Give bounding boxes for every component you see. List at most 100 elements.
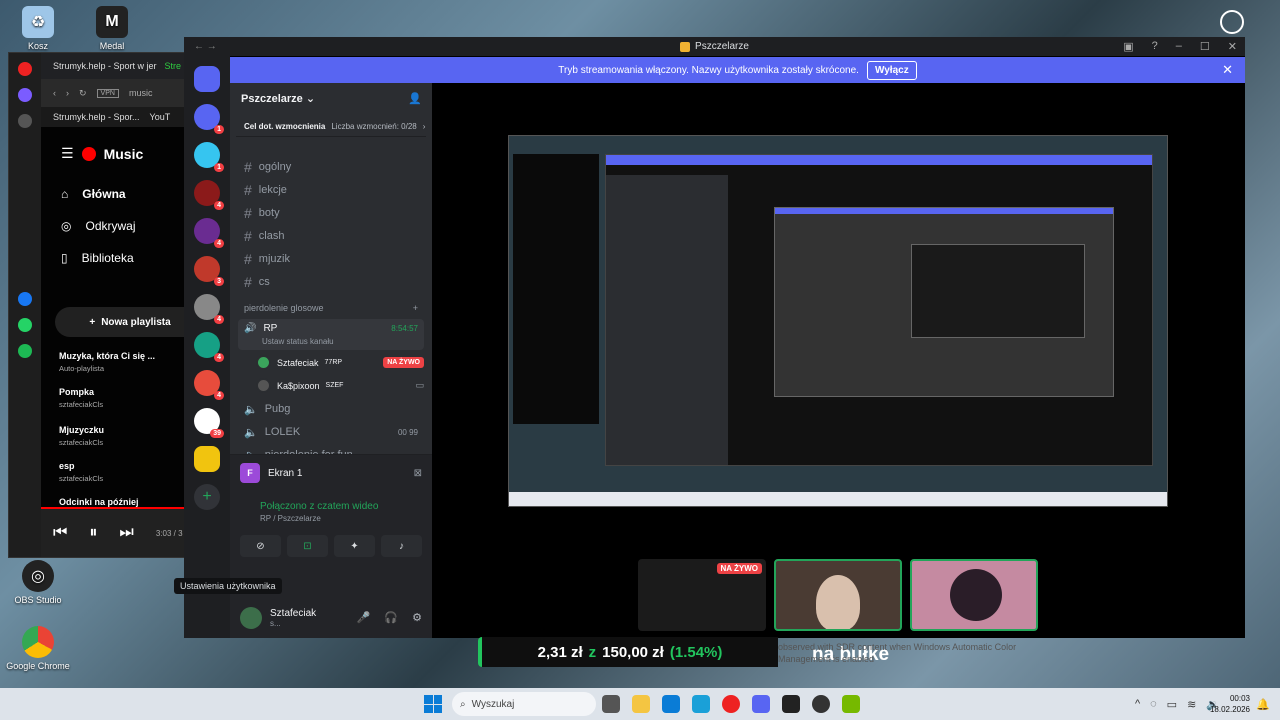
voice-channel[interactable]: 🔈 LOLEK 00 99 — [238, 421, 424, 443]
hamburger-icon[interactable]: ☰ — [61, 145, 74, 162]
guild-header[interactable]: Pszczelarze ⌄ 👤 — [230, 83, 432, 113]
desktop-icon-recycle-bin[interactable]: ♻ Kosz — [6, 6, 70, 51]
server-icon[interactable]: 4 — [194, 370, 224, 400]
text-channel[interactable]: # lekcje — [238, 179, 424, 201]
microphone-icon[interactable]: 🎤 — [357, 611, 371, 624]
soundboard-button[interactable]: ♪ — [381, 535, 422, 557]
file-explorer-icon[interactable] — [632, 695, 650, 713]
previous-icon[interactable]: ⏮ — [53, 524, 67, 542]
server-icon[interactable]: 4 — [194, 180, 224, 210]
browser-tab[interactable]: Strumyk.help - Sport w jer — [53, 61, 157, 71]
browser-tab[interactable]: YouT — [150, 112, 171, 122]
edge-icon[interactable] — [692, 695, 710, 713]
nvidia-icon[interactable] — [842, 695, 860, 713]
taskbar-search[interactable]: ⌕ Wyszukaj — [452, 692, 596, 716]
spotify-icon[interactable] — [18, 344, 32, 358]
help-icon[interactable]: ? — [1152, 40, 1158, 53]
add-server-icon[interactable]: + — [194, 484, 220, 510]
vpn-badge[interactable]: VPN — [96, 88, 119, 98]
nav-arrows-icon[interactable]: ← → — [194, 41, 217, 52]
server-icon-pszczelarze[interactable] — [194, 446, 220, 472]
server-icon[interactable]: 4 — [194, 332, 224, 362]
chevron-up-icon[interactable]: ^ — [1135, 698, 1140, 711]
server-icon[interactable]: 3 — [194, 256, 224, 286]
star-icon[interactable] — [18, 114, 32, 128]
desktop-icon-chrome[interactable]: Google Chrome — [6, 626, 70, 671]
stream-view[interactable] — [508, 135, 1168, 507]
notifications-icon[interactable]: 🔔 — [1256, 698, 1270, 711]
boost-goal[interactable]: Cel dot. wzmocnienia Liczba wzmocnień: 0… — [236, 117, 426, 137]
medal-icon[interactable] — [782, 695, 800, 713]
text-channel[interactable]: # mjuzik — [238, 248, 424, 270]
browser-tab[interactable]: Strumyk.help - Spor... — [53, 112, 140, 122]
voice-connection[interactable]: Połączono z czatem wideo RP / Pszczelarz… — [230, 491, 432, 523]
server-icon[interactable]: 1 — [194, 142, 224, 172]
messenger-icon[interactable] — [18, 292, 32, 306]
wifi-icon[interactable]: ≋ — [1187, 698, 1196, 711]
taskbar-clock[interactable]: 00:03 18.02.2026 — [1210, 693, 1250, 715]
opera-icon[interactable] — [18, 62, 32, 76]
add-member-icon[interactable]: 👤 — [408, 92, 422, 105]
playlist-item[interactable]: Mjuzyczku sztafeciakCls — [59, 425, 104, 447]
participant-tile-avatar[interactable] — [910, 559, 1038, 631]
network-icon[interactable]: ◌ — [1150, 698, 1157, 711]
playlist-item[interactable]: Muzyka, która Ci się ... Auto-playlista — [59, 351, 155, 373]
server-icon[interactable]: 39 — [194, 408, 224, 438]
channel-status[interactable]: Ustaw status kanału — [244, 337, 418, 346]
text-channel[interactable]: # clash — [238, 225, 424, 247]
discord-icon[interactable] — [752, 695, 770, 713]
playlist-item[interactable]: Pompka sztafeciakCls — [59, 387, 103, 409]
text-channel[interactable]: # cs — [238, 271, 424, 293]
address-bar[interactable]: ‹ › ↻ VPN music — [41, 79, 197, 107]
camera-off-button[interactable]: ⊘ — [240, 535, 281, 557]
close-icon[interactable]: ✕ — [1228, 40, 1237, 53]
address-text[interactable]: music — [129, 88, 153, 98]
server-icon[interactable]: 1 — [194, 104, 224, 134]
new-playlist-button[interactable]: + Nowa playlista — [55, 307, 205, 337]
nav-home[interactable]: ⌂ Główna — [61, 187, 126, 201]
playlist-item[interactable]: esp sztafeciakCls — [59, 461, 103, 483]
minimize-icon[interactable]: – — [1176, 40, 1182, 53]
activities-button[interactable]: ✦ — [334, 535, 375, 557]
text-channel[interactable]: # boty — [238, 202, 424, 224]
desktop-icon-obs[interactable]: ◎ OBS Studio — [6, 560, 70, 605]
server-icon[interactable]: 4 — [194, 218, 224, 248]
avatar[interactable] — [240, 606, 262, 629]
gear-icon[interactable]: ⚙ — [412, 611, 422, 624]
forward-icon[interactable]: › — [66, 88, 69, 98]
screen-share-button[interactable]: ⊡ — [287, 535, 328, 557]
start-icon[interactable] — [424, 695, 442, 713]
whatsapp-icon[interactable] — [18, 318, 32, 332]
participant-tile-screen[interactable]: NA ŻYWO — [638, 559, 766, 631]
battery-icon[interactable]: ▭ — [1167, 698, 1177, 711]
headphones-icon[interactable]: 🎧 — [384, 611, 398, 624]
voice-channel[interactable]: 🔈 Pubg — [238, 398, 424, 420]
reload-icon[interactable]: ↻ — [79, 88, 87, 99]
discord-home-icon[interactable] — [194, 66, 220, 92]
close-banner-icon[interactable]: ✕ — [1222, 62, 1233, 78]
voice-member[interactable]: Ka$pixoon SZEF ▭ — [256, 375, 424, 396]
pause-icon[interactable]: ⏸ — [89, 524, 97, 542]
ytmusic-logo[interactable]: ☰ Music — [61, 145, 143, 162]
opera-icon[interactable] — [722, 695, 740, 713]
participant-tile-camera[interactable] — [774, 559, 902, 631]
store-icon[interactable] — [662, 695, 680, 713]
text-channel[interactable]: # ogólny — [238, 156, 424, 178]
stop-stream-icon[interactable]: ⊠ — [414, 468, 422, 479]
settings-circle-icon[interactable] — [1220, 10, 1244, 34]
active-voice-channel[interactable]: 🔊 RP 8:54:57 Ustaw status kanału — [238, 319, 424, 350]
server-icon[interactable]: 4 — [194, 294, 224, 324]
home-icon[interactable] — [18, 88, 32, 102]
nav-library[interactable]: ▯ Biblioteka — [61, 251, 134, 265]
voice-category[interactable]: pierdolenie glosowe + — [230, 294, 432, 317]
inbox-icon[interactable]: ▣ — [1123, 40, 1133, 53]
browser-tab[interactable]: Stre — [165, 61, 182, 71]
disable-streamer-mode-button[interactable]: Wyłącz — [866, 60, 917, 80]
maximize-icon[interactable]: ☐ — [1200, 40, 1210, 53]
app-icon[interactable] — [812, 695, 830, 713]
back-icon[interactable]: ‹ — [53, 88, 56, 98]
plus-icon[interactable]: + — [413, 303, 418, 313]
next-icon[interactable]: ⏭ — [119, 524, 133, 542]
task-view-icon[interactable] — [602, 695, 620, 713]
voice-member[interactable]: Sztafeciak 77RP NA ŻYWO — [256, 352, 424, 373]
